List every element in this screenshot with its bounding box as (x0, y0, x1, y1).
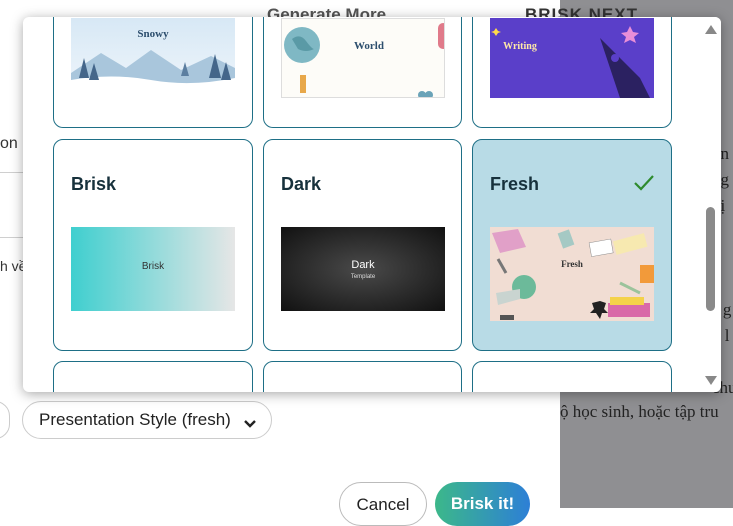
dark-thumb-sublabel: Template (350, 274, 376, 280)
snowy-label: Snowy (137, 28, 169, 40)
template-card-world[interactable]: World (263, 17, 462, 128)
template-picker-popup: Snowy World Writing Brisk Brisk Dark Dar… (23, 17, 721, 392)
template-card-fresh[interactable]: Fresh Fresh (472, 139, 672, 351)
brisk-thumbnail: Brisk (71, 227, 235, 311)
writing-thumbnail: Writing (490, 18, 654, 98)
divider (0, 237, 23, 238)
fresh-thumb-label: Fresh (561, 259, 583, 269)
presentation-style-dropdown[interactable]: Presentation Style (fresh) (22, 401, 272, 439)
brisk-thumb-label: Brisk (141, 261, 165, 272)
divider (0, 172, 23, 173)
snowy-thumbnail: Snowy (71, 18, 235, 92)
dark-title: Dark (281, 174, 322, 194)
writing-label: Writing (503, 41, 537, 52)
check-icon (633, 174, 655, 197)
scrollbar-track[interactable] (701, 17, 721, 392)
template-card-row3-1[interactable] (53, 361, 253, 392)
dark-thumb-label: Dark (351, 259, 375, 271)
world-thumbnail: World (281, 18, 445, 98)
cancel-button[interactable]: Cancel (339, 482, 427, 526)
bg-text-line: ộ học sinh, hoặc tập tru (560, 402, 719, 421)
brisk-title: Brisk (71, 174, 117, 194)
brisk-it-button[interactable]: Brisk it! (435, 482, 530, 526)
fresh-title: Fresh (490, 174, 540, 194)
chevron-down-icon (243, 414, 257, 434)
template-card-dark[interactable]: Dark Dark Template (263, 139, 462, 351)
fresh-thumbnail: Fresh (490, 227, 654, 321)
template-card-row3-2[interactable] (263, 361, 462, 392)
dark-thumbnail: Dark Template (281, 227, 445, 311)
scroll-up-arrow-icon[interactable] (705, 25, 717, 34)
scrollbar-thumb[interactable] (706, 207, 715, 311)
template-card-writing[interactable]: Writing (472, 17, 672, 128)
scroll-down-arrow-icon[interactable] (705, 376, 717, 385)
bg-left-text: on (0, 135, 18, 152)
template-card-snowy[interactable]: Snowy (53, 17, 253, 128)
world-label: World (354, 40, 384, 52)
presentation-style-label: Presentation Style (fresh) (39, 410, 231, 429)
template-card-brisk[interactable]: Brisk Brisk (53, 139, 253, 351)
template-card-row3-3[interactable] (472, 361, 672, 392)
style-chip-partial[interactable] (0, 401, 10, 439)
